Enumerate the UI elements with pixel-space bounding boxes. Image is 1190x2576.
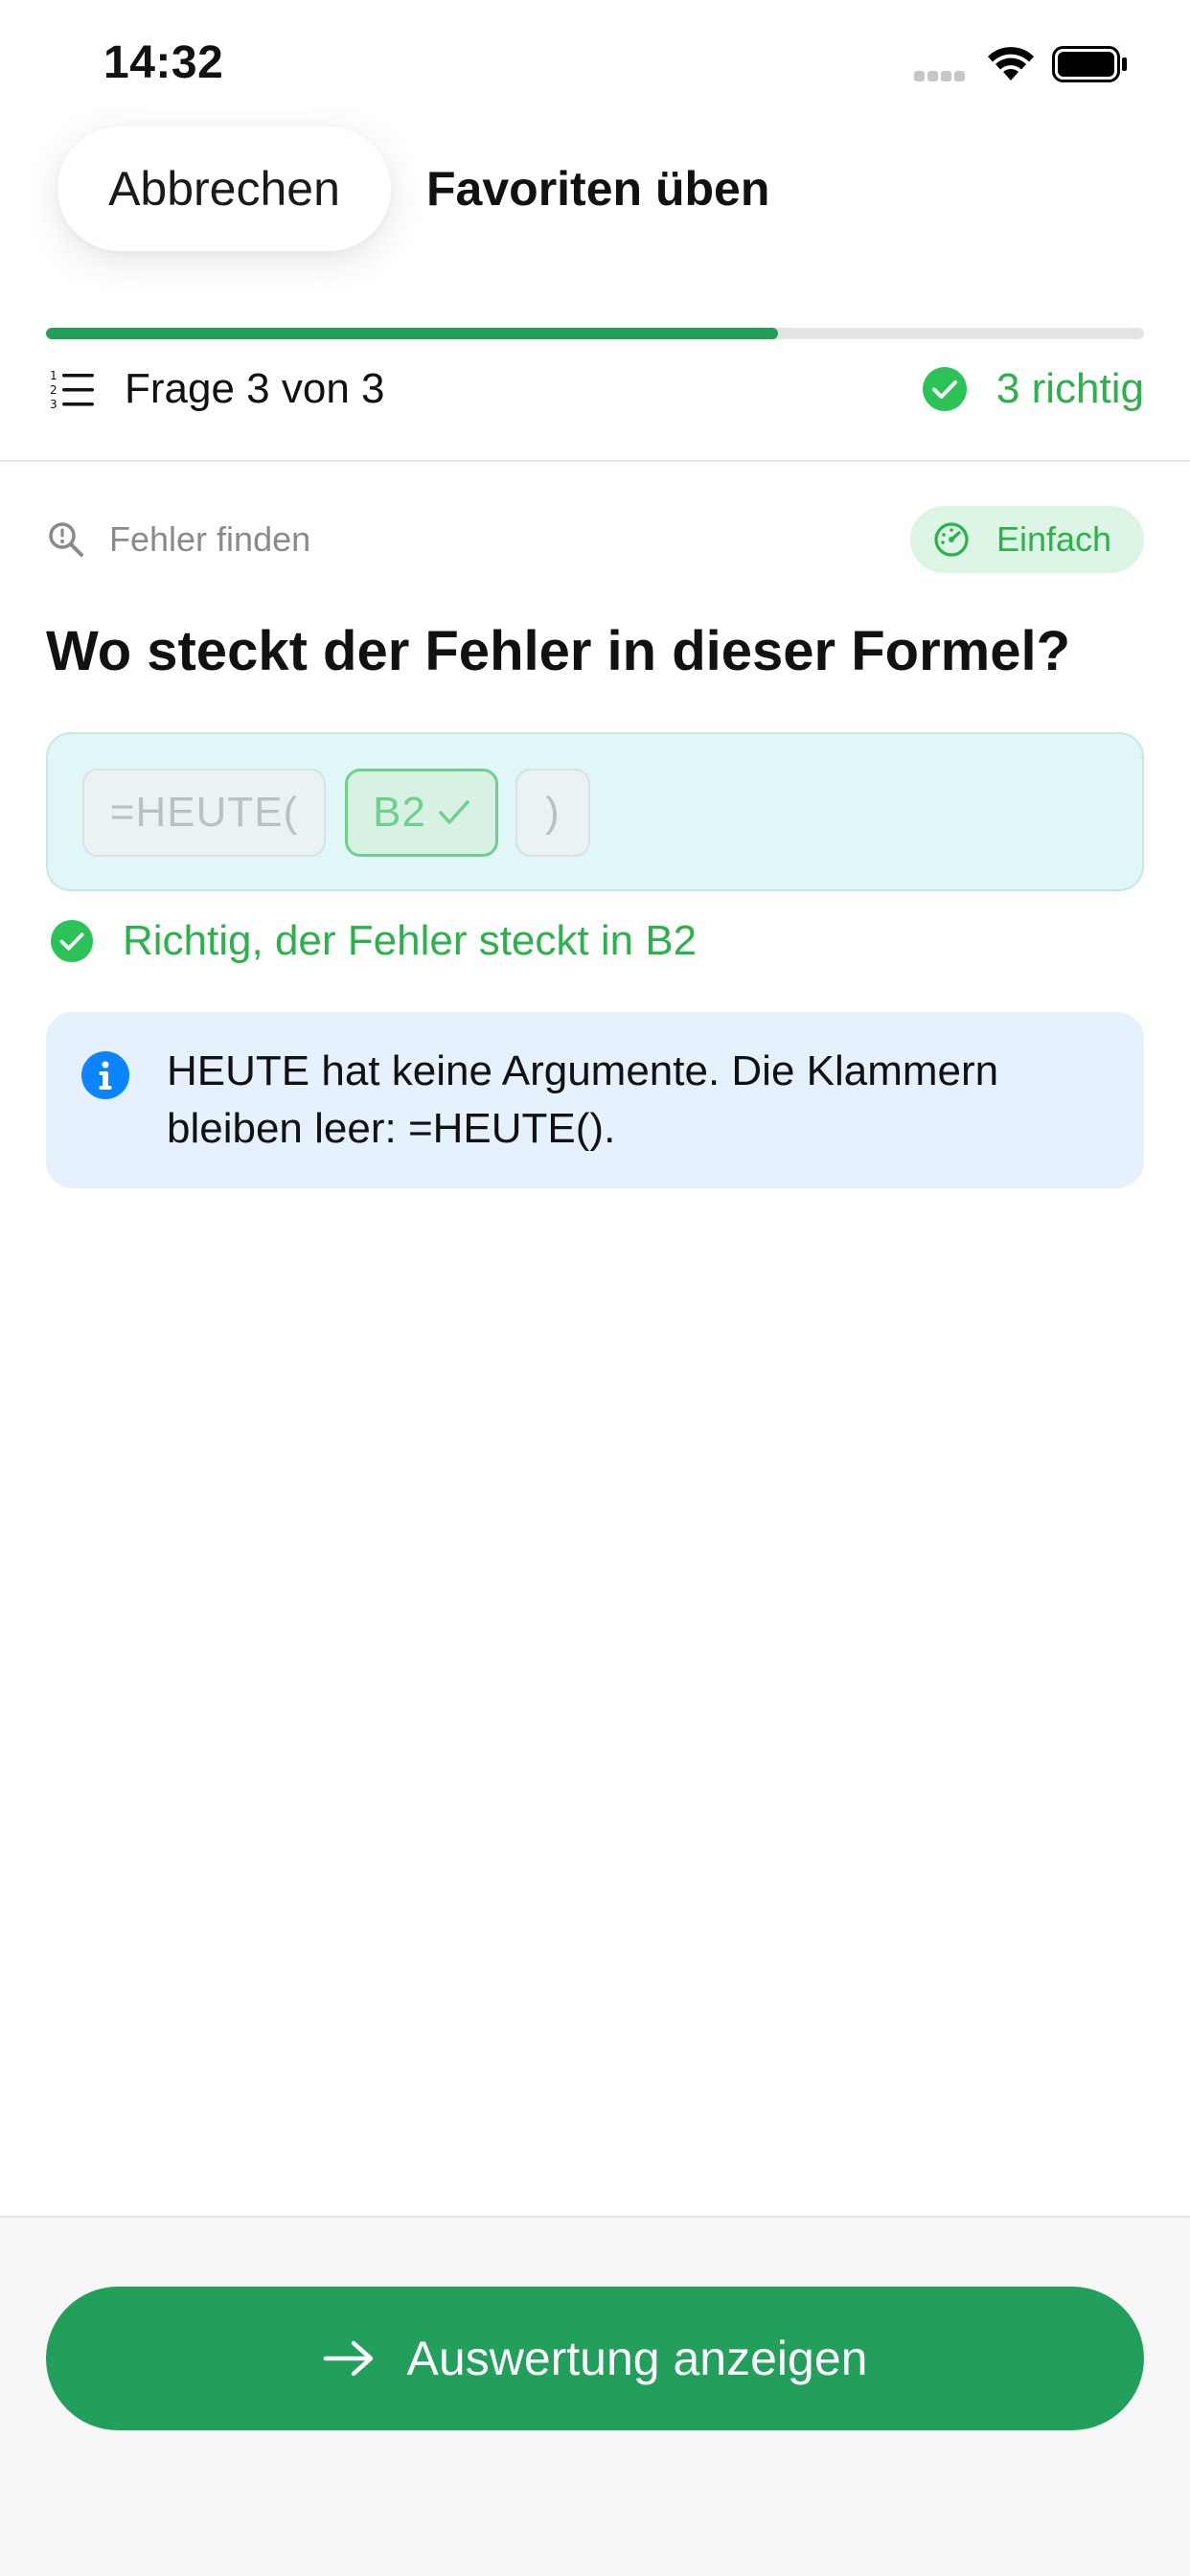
explanation-card: HEUTE hat keine Argumente. Die Klammern …: [46, 1012, 1144, 1188]
show-results-button[interactable]: Auswertung anzeigen: [46, 2287, 1144, 2430]
correct-count: 3 richtig: [922, 359, 1144, 419]
formula-token[interactable]: =HEUTE(: [82, 769, 326, 857]
checkmark-circle-icon: [922, 367, 967, 411]
explanation-text: HEUTE hat keine Argumente. Die Klammern …: [167, 1047, 999, 1152]
formula-token-text: B2: [373, 789, 426, 836]
quiz-screen: 14:32 Abbrechen Favoriten üben 1 2 3 Fra…: [0, 0, 1190, 2576]
arrow-right-icon: [323, 2340, 373, 2377]
info-circle-icon: [81, 1051, 129, 1099]
cancel-button[interactable]: Abbrechen: [57, 126, 391, 251]
cellular-dots-icon: [914, 69, 968, 86]
question-counter: 1 2 3 Frage 3 von 3: [50, 359, 385, 419]
difficulty-badge: Einfach: [910, 506, 1144, 573]
magnifier-exclamation-icon: [49, 522, 83, 557]
status-time: 14:32: [103, 37, 224, 88]
formula-token[interactable]: ): [515, 769, 590, 857]
difficulty-label: Einfach: [996, 519, 1112, 559]
svg-text:2: 2: [50, 383, 57, 397]
correct-count-label: 3 richtig: [995, 365, 1144, 412]
feedback-label: Richtig, der Fehler steckt in B2: [123, 917, 698, 964]
svg-text:3: 3: [50, 398, 57, 410]
formula-token-text: =HEUTE(: [109, 789, 299, 836]
checkmark-icon: [439, 800, 469, 824]
page-title: Favoriten üben: [426, 162, 770, 216]
question-counter-label: Frage 3 von 3: [125, 365, 385, 412]
progress-bar-fill: [46, 328, 779, 339]
question-text: Wo steckt der Fehler in dieser Formel?: [46, 620, 1071, 682]
svg-text:1: 1: [50, 369, 57, 382]
answer-feedback: Richtig, der Fehler steckt in B2: [50, 912, 697, 970]
question-category: Fehler finden: [48, 516, 310, 564]
numbered-list-icon: 1 2 3: [50, 369, 94, 410]
header-divider: [0, 460, 1190, 462]
wifi-icon: [988, 47, 1034, 80]
formula-box: =HEUTE( B2 ): [46, 732, 1144, 891]
status-bar: 14:32: [0, 0, 1190, 125]
category-label: Fehler finden: [109, 519, 311, 559]
show-results-label: Auswertung anzeigen: [406, 2332, 868, 2385]
gauge-icon: [934, 522, 969, 557]
battery-icon: [1052, 46, 1127, 82]
checkmark-circle-icon: [50, 919, 94, 963]
formula-token-selected[interactable]: B2: [345, 769, 498, 857]
formula-token-text: ): [545, 789, 561, 836]
progress-bar: [46, 328, 1144, 339]
